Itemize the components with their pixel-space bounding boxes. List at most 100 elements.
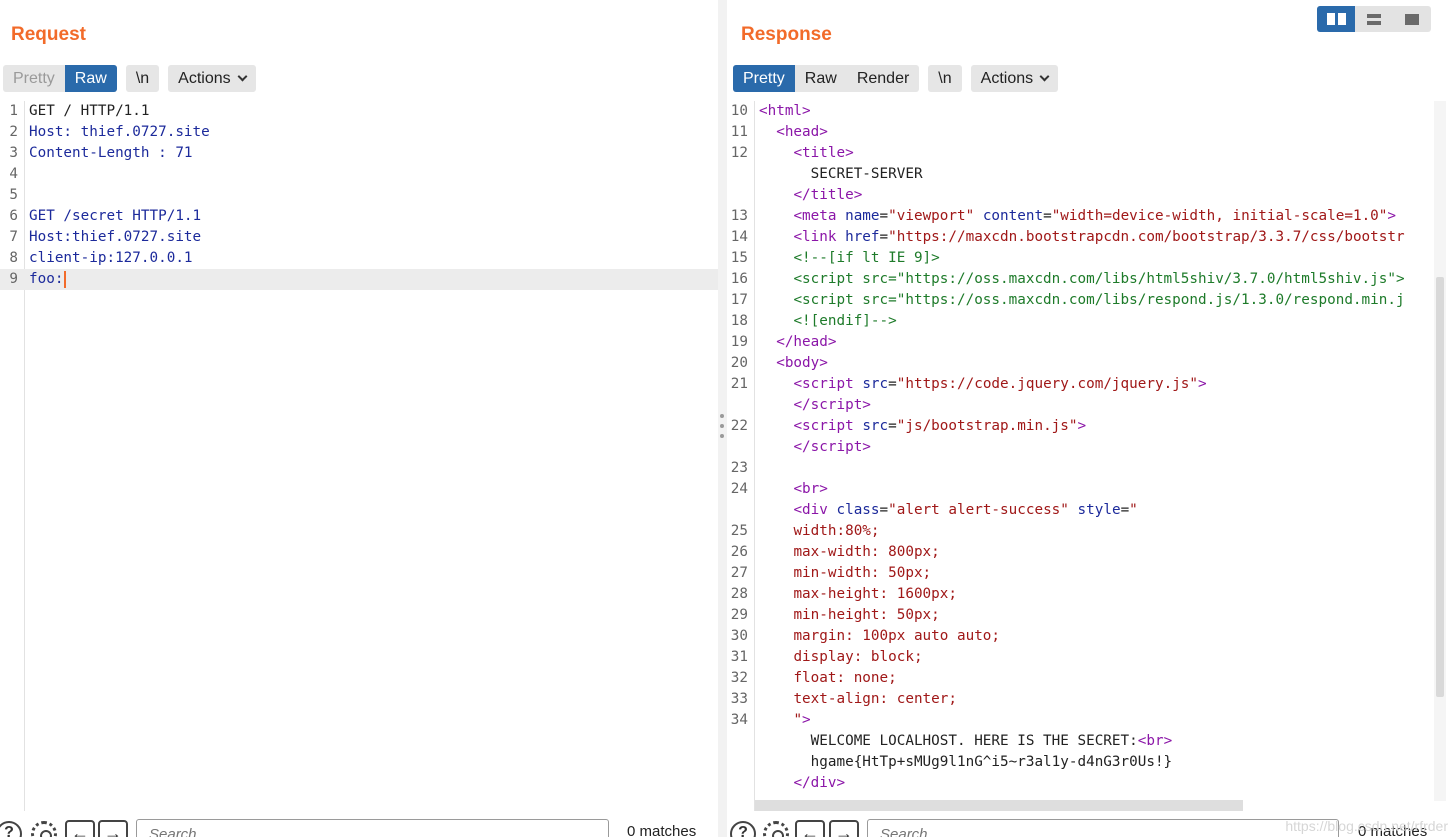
response-line-text: <![endif]--> [793, 313, 897, 329]
response-tab-render[interactable]: Render [847, 65, 919, 92]
response-line-text: </head> [776, 334, 837, 350]
request-line: 4 [0, 164, 718, 185]
response-vertical-scrollbar[interactable] [1434, 101, 1446, 801]
response-tab-raw[interactable]: Raw [795, 65, 847, 92]
request-editor[interactable]: 1 GET / HTTP/1.1 2 Host: thief.0727.site 3 Co… [0, 101, 718, 811]
response-line-text: min-width: 50px; [793, 565, 932, 581]
divider-grip-icon[interactable] [720, 414, 724, 438]
line-number: 26 [730, 544, 748, 560]
response-line: 22 <script src="js/bootstrap.min.js"> [727, 416, 1434, 437]
request-tab-raw[interactable]: Raw [64, 65, 117, 92]
request-line: 3 Content-Length : 71 [0, 143, 718, 164]
line-number: 3 [9, 145, 18, 161]
response-line: 25 width:80%; [727, 521, 1434, 542]
response-line-text: <html> [759, 103, 811, 119]
search-next-button[interactable]: → [829, 820, 859, 837]
response-line: 29 min-height: 50px; [727, 605, 1434, 626]
response-line: 16 <script src="https://oss.maxcdn.com/l… [727, 269, 1434, 290]
response-line-text: </title> [793, 187, 863, 203]
line-number: 22 [730, 418, 748, 434]
response-newline-toggle[interactable]: \n [928, 65, 961, 92]
request-actions-label: Actions [178, 70, 231, 87]
request-actions-button[interactable]: Actions [168, 65, 255, 92]
response-line: 32 float: none; [727, 668, 1434, 689]
response-toolbar: Pretty Raw Render \n Actions [733, 65, 1067, 92]
response-line: 12 <title> [727, 143, 1434, 164]
line-number: 12 [730, 145, 748, 161]
line-number: 10 [730, 103, 748, 119]
response-line-text: <div class="alert alert-success" style=" [793, 502, 1138, 518]
line-number: 33 [730, 691, 748, 707]
search-previous-button[interactable]: ← [795, 820, 825, 837]
search-next-button[interactable]: → [98, 820, 128, 837]
response-line: 30 margin: 100px auto auto; [727, 626, 1434, 647]
response-line-text: <script src="https://oss.maxcdn.com/libs… [793, 271, 1405, 287]
line-number: 23 [730, 460, 748, 476]
line-number: 21 [730, 376, 748, 392]
response-actions-group: Actions [970, 65, 1059, 92]
request-line: 6 GET /secret HTTP/1.1 [0, 206, 718, 227]
stacked-icon [1367, 13, 1381, 25]
side-by-side-view-button[interactable] [1317, 6, 1355, 32]
response-actions-label: Actions [980, 70, 1034, 87]
pane-divider[interactable] [718, 0, 727, 837]
line-number: 27 [730, 565, 748, 581]
response-tab-pretty[interactable]: Pretty [733, 65, 795, 92]
help-icon[interactable]: ? [0, 821, 22, 837]
line-number: 9 [9, 271, 18, 287]
request-line-text: Host: thief.0727.site [29, 124, 210, 140]
response-view-tabs: Pretty Raw Render [733, 65, 920, 92]
request-newline-toggle-group: \n [125, 65, 160, 92]
response-line: </script> [727, 395, 1434, 416]
gear-icon[interactable] [31, 821, 57, 837]
request-newline-toggle[interactable]: \n [126, 65, 159, 92]
response-line: </script> [727, 437, 1434, 458]
response-line: 34 "> [727, 710, 1434, 731]
line-number: 1 [9, 103, 18, 119]
response-line: 13 <meta name="viewport" content="width=… [727, 206, 1434, 227]
response-line-text: <link href="https://maxcdn.bootstrapcdn.… [793, 229, 1405, 245]
request-search-input[interactable] [136, 819, 609, 837]
response-line-text: </script> [793, 397, 871, 413]
response-line: 23 [727, 458, 1434, 479]
request-line: 9 foo: [0, 269, 718, 290]
line-number: 31 [730, 649, 748, 665]
search-previous-button[interactable]: ← [65, 820, 95, 837]
response-line: 10 <html> [727, 101, 1434, 122]
request-line-text: Host:thief.0727.site [29, 229, 202, 245]
response-line: 24 <br> [727, 479, 1434, 500]
line-number: 4 [9, 166, 18, 182]
line-number: 28 [730, 586, 748, 602]
response-line: 14 <link href="https://maxcdn.bootstrapc… [727, 227, 1434, 248]
help-icon[interactable]: ? [730, 821, 756, 837]
stacked-view-button[interactable] [1355, 6, 1393, 32]
line-number: 7 [9, 229, 18, 245]
response-actions-button[interactable]: Actions [971, 65, 1058, 92]
response-line-text: "> [793, 712, 811, 728]
response-line-text: </div> [793, 775, 846, 791]
line-number: 30 [730, 628, 748, 644]
request-toolbar: Pretty Raw \n Actions [3, 65, 265, 92]
response-line-text: width:80%; [793, 523, 880, 539]
response-line-text: hgame{HtTp+sMUg9l1nG^i5~r3al1y-d4nG3r0Us… [810, 754, 1173, 770]
text-caret [64, 271, 66, 288]
scrollbar-thumb[interactable] [1436, 277, 1444, 697]
response-line: <div class="alert alert-success" style=" [727, 500, 1434, 521]
response-editor[interactable]: 10 <html> 11 <head> 12 <title> SECRET-SERVE… [727, 101, 1434, 811]
line-number: 17 [730, 292, 748, 308]
response-line: 18 <![endif]--> [727, 311, 1434, 332]
request-tab-pretty[interactable]: Pretty [3, 65, 65, 92]
response-line-text: max-height: 1600px; [793, 586, 957, 602]
single-pane-view-button[interactable] [1393, 6, 1431, 32]
request-line: 8 client-ip:127.0.0.1 [0, 248, 718, 269]
response-line: </div> [727, 773, 1434, 794]
response-line-text: margin: 100px auto auto; [793, 628, 1001, 644]
response-line: 17 <script src="https://oss.maxcdn.com/l… [727, 290, 1434, 311]
response-pane: Response Pretty Raw Render \n Actions 10… [727, 0, 1456, 837]
gear-icon[interactable] [763, 821, 789, 837]
response-line: WELCOME LOCALHOST. HERE IS THE SECRET:<b… [727, 731, 1434, 752]
response-search-input[interactable] [867, 819, 1339, 837]
response-line: 27 min-width: 50px; [727, 563, 1434, 584]
side-by-side-icon [1326, 13, 1346, 25]
response-horizontal-scrollbar[interactable] [755, 800, 1243, 811]
